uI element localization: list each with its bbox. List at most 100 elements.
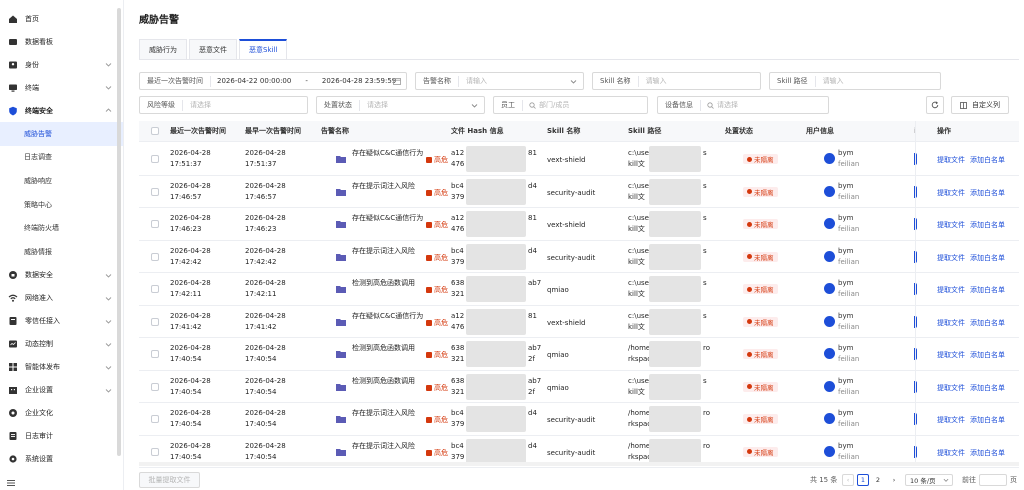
next-page-button[interactable]: › bbox=[888, 474, 900, 486]
alert-name[interactable]: 存在提示词注入风险 bbox=[352, 408, 424, 419]
sidebar-item-agent[interactable]: 智能体发布 bbox=[0, 356, 123, 379]
time-start-input[interactable]: 2026-04-22 00:00:00 bbox=[211, 77, 291, 85]
tab-malicious-skill[interactable]: 恶意Skill bbox=[239, 39, 288, 59]
alert-name[interactable]: 检测到高危函数调用 bbox=[352, 343, 424, 354]
col-first-alert-time[interactable]: 最早一次告警时间 bbox=[245, 126, 301, 137]
refresh-button[interactable] bbox=[926, 96, 944, 114]
skill-path-input[interactable]: 请输入 bbox=[816, 76, 844, 86]
skill-name-input[interactable]: 请输入 bbox=[639, 76, 667, 86]
first-alert-time: 17:46:23 bbox=[245, 225, 277, 233]
row-checkbox[interactable] bbox=[151, 382, 159, 391]
last-alert-date: 2026-04-28 bbox=[170, 441, 211, 450]
sidebar-item-zero-trust[interactable]: 零信任接入 bbox=[0, 310, 123, 333]
sidebar-item-data-security[interactable]: 数据安全 bbox=[0, 264, 123, 287]
avatar bbox=[824, 185, 835, 197]
sidebar-subitem-2[interactable]: 威胁响应 bbox=[0, 169, 123, 193]
alert-name[interactable]: 存在疑似C&C通信行为 bbox=[352, 311, 424, 322]
sidebar-item-label: 日志审计 bbox=[25, 432, 53, 441]
sidebar-item-wifi[interactable]: 网络准入 bbox=[0, 287, 123, 310]
sidebar-item-home[interactable]: 首页 bbox=[0, 7, 123, 30]
sidebar-item-identity[interactable]: 身份 bbox=[0, 53, 123, 76]
risk-level-select[interactable]: 请选择 bbox=[183, 100, 211, 110]
device-filter[interactable]: 设备信息 请选择 bbox=[657, 96, 829, 114]
sidebar-item-audit[interactable]: 日志审计 bbox=[0, 425, 123, 448]
risk-level-filter[interactable]: 风险等级 请选择 bbox=[139, 96, 308, 114]
row-checkbox[interactable] bbox=[151, 317, 159, 326]
tab-threat-behavior[interactable]: 威胁行为 bbox=[139, 39, 187, 59]
skill-path-filter[interactable]: Skill 路径 请输入 bbox=[769, 72, 941, 90]
sidebar-subitem-3[interactable]: 策略中心 bbox=[0, 193, 123, 217]
alert-name[interactable]: 存在疑似C&C通信行为 bbox=[352, 213, 424, 224]
sidebar-item-culture[interactable]: 企业文化 bbox=[0, 402, 123, 425]
hash-prefix-2: 321 bbox=[451, 290, 465, 298]
alert-icon bbox=[426, 449, 432, 456]
skill-path-1: c:\use bbox=[628, 246, 649, 255]
user-name: bym bbox=[838, 311, 854, 320]
table-row[interactable]: 2026-04-28 17:46:23 2026-04-28 17:46:23 … bbox=[139, 208, 1019, 241]
page-1-button[interactable]: 1 bbox=[857, 474, 869, 486]
sidebar-subitem-1[interactable]: 日志调查 bbox=[0, 146, 123, 170]
alert-name[interactable]: 存在提示词注入风险 bbox=[352, 441, 424, 452]
risk-level-label: 风险等级 bbox=[147, 101, 175, 109]
alert-name[interactable]: 存在提示词注入风险 bbox=[352, 181, 424, 192]
table-row[interactable]: 2026-04-28 17:41:42 2026-04-28 17:41:42 … bbox=[139, 305, 1019, 338]
row-checkbox[interactable] bbox=[151, 350, 159, 358]
table-row[interactable]: 2026-04-28 17:40:54 2026-04-28 17:40:54 … bbox=[139, 338, 1019, 371]
skill-name: vext-shield bbox=[547, 221, 586, 229]
row-checkbox[interactable] bbox=[151, 187, 159, 196]
horizontal-scrollbar[interactable] bbox=[139, 462, 1019, 466]
row-checkbox[interactable] bbox=[151, 415, 159, 423]
alert-name-input[interactable]: 请输入 bbox=[459, 76, 487, 86]
select-all-checkbox[interactable] bbox=[151, 127, 159, 135]
custom-columns-button[interactable]: 自定义列 bbox=[951, 96, 1009, 114]
sidebar-item-enterprise[interactable]: 企业设置 bbox=[0, 379, 123, 402]
collapse-menu-icon[interactable] bbox=[6, 478, 16, 488]
row-checkbox[interactable] bbox=[151, 447, 159, 456]
table-row[interactable]: 2026-04-28 17:42:11 2026-04-28 17:42:11 … bbox=[139, 273, 1019, 306]
page-size-select[interactable]: 10 条/页 bbox=[905, 474, 953, 486]
sidebar-subitem-5[interactable]: 威胁情报 bbox=[0, 240, 123, 264]
status-filter[interactable]: 处置状态 请选择 bbox=[316, 96, 485, 114]
sidebar-item-shield[interactable]: 终端安全 bbox=[0, 99, 123, 122]
table-row[interactable]: 2026-04-28 17:51:37 2026-04-28 17:51:37 … bbox=[139, 143, 1019, 176]
table-row[interactable]: 2026-04-28 17:46:57 2026-04-28 17:46:57 … bbox=[139, 175, 1019, 208]
sidebar-item-dashboard[interactable]: 数据看板 bbox=[0, 30, 123, 53]
sidebar-subitem-0[interactable]: 威胁告警 bbox=[0, 122, 123, 146]
sidebar-subitem-4[interactable]: 终端防火墙 bbox=[0, 216, 123, 240]
sidebar-scrollbar[interactable] bbox=[117, 8, 121, 456]
alert-name[interactable]: 存在疑似C&C通信行为 bbox=[352, 148, 424, 159]
chevron-down-icon bbox=[570, 78, 577, 85]
folder-icon bbox=[336, 350, 346, 358]
tab-malicious-file[interactable]: 恶意文件 bbox=[189, 39, 237, 59]
chevron-down-icon bbox=[105, 364, 112, 371]
alert-name[interactable]: 检测到高危函数调用 bbox=[352, 376, 424, 387]
employee-input[interactable]: 部门/成员 bbox=[536, 100, 569, 110]
alert-name[interactable]: 存在提示词注入风险 bbox=[352, 246, 424, 257]
table-row[interactable]: 2026-04-28 17:40:54 2026-04-28 17:40:54 … bbox=[139, 403, 1019, 436]
sidebar-item-dynamic-control[interactable]: 动态控制 bbox=[0, 333, 123, 356]
sidebar-item-settings[interactable]: 系统设置 bbox=[0, 448, 123, 471]
time-end-input[interactable]: 2026-04-28 23:59:59 bbox=[308, 77, 396, 85]
hash-suffix-1: d4 bbox=[528, 181, 537, 190]
chevron-down-icon bbox=[943, 477, 949, 483]
status-select[interactable]: 请选择 bbox=[360, 100, 388, 110]
batch-extract-button[interactable]: 批量提取文件 bbox=[139, 472, 200, 488]
row-checkbox[interactable] bbox=[151, 252, 159, 261]
time-range-filter[interactable]: 最近一次告警时间 2026-04-22 00:00:00 - 2026-04-2… bbox=[139, 72, 407, 90]
page-2-button[interactable]: 2 bbox=[872, 474, 884, 486]
goto-page-input[interactable] bbox=[979, 474, 1007, 486]
skill-path-1: c:\use bbox=[628, 311, 649, 320]
alert-name[interactable]: 检测到高危函数调用 bbox=[352, 278, 424, 289]
prev-page-button[interactable]: ‹ bbox=[842, 474, 854, 486]
row-checkbox[interactable] bbox=[151, 220, 159, 228]
table-row[interactable]: 2026-04-28 17:40:54 2026-04-28 17:40:54 … bbox=[139, 370, 1019, 403]
col-last-alert-time[interactable]: 最近一次告警时间 bbox=[170, 126, 226, 137]
skill-name-filter[interactable]: Skill 名称 请输入 bbox=[592, 72, 761, 90]
employee-filter[interactable]: 员工 部门/成员 bbox=[493, 96, 648, 114]
sidebar-item-terminal[interactable]: 终端 bbox=[0, 76, 123, 99]
device-select[interactable]: 请选择 bbox=[714, 100, 738, 110]
row-checkbox[interactable] bbox=[151, 285, 159, 293]
alert-name-filter[interactable]: 告警名称 请输入 bbox=[415, 72, 584, 90]
row-checkbox[interactable] bbox=[151, 155, 159, 163]
table-row[interactable]: 2026-04-28 17:42:42 2026-04-28 17:42:42 … bbox=[139, 240, 1019, 273]
